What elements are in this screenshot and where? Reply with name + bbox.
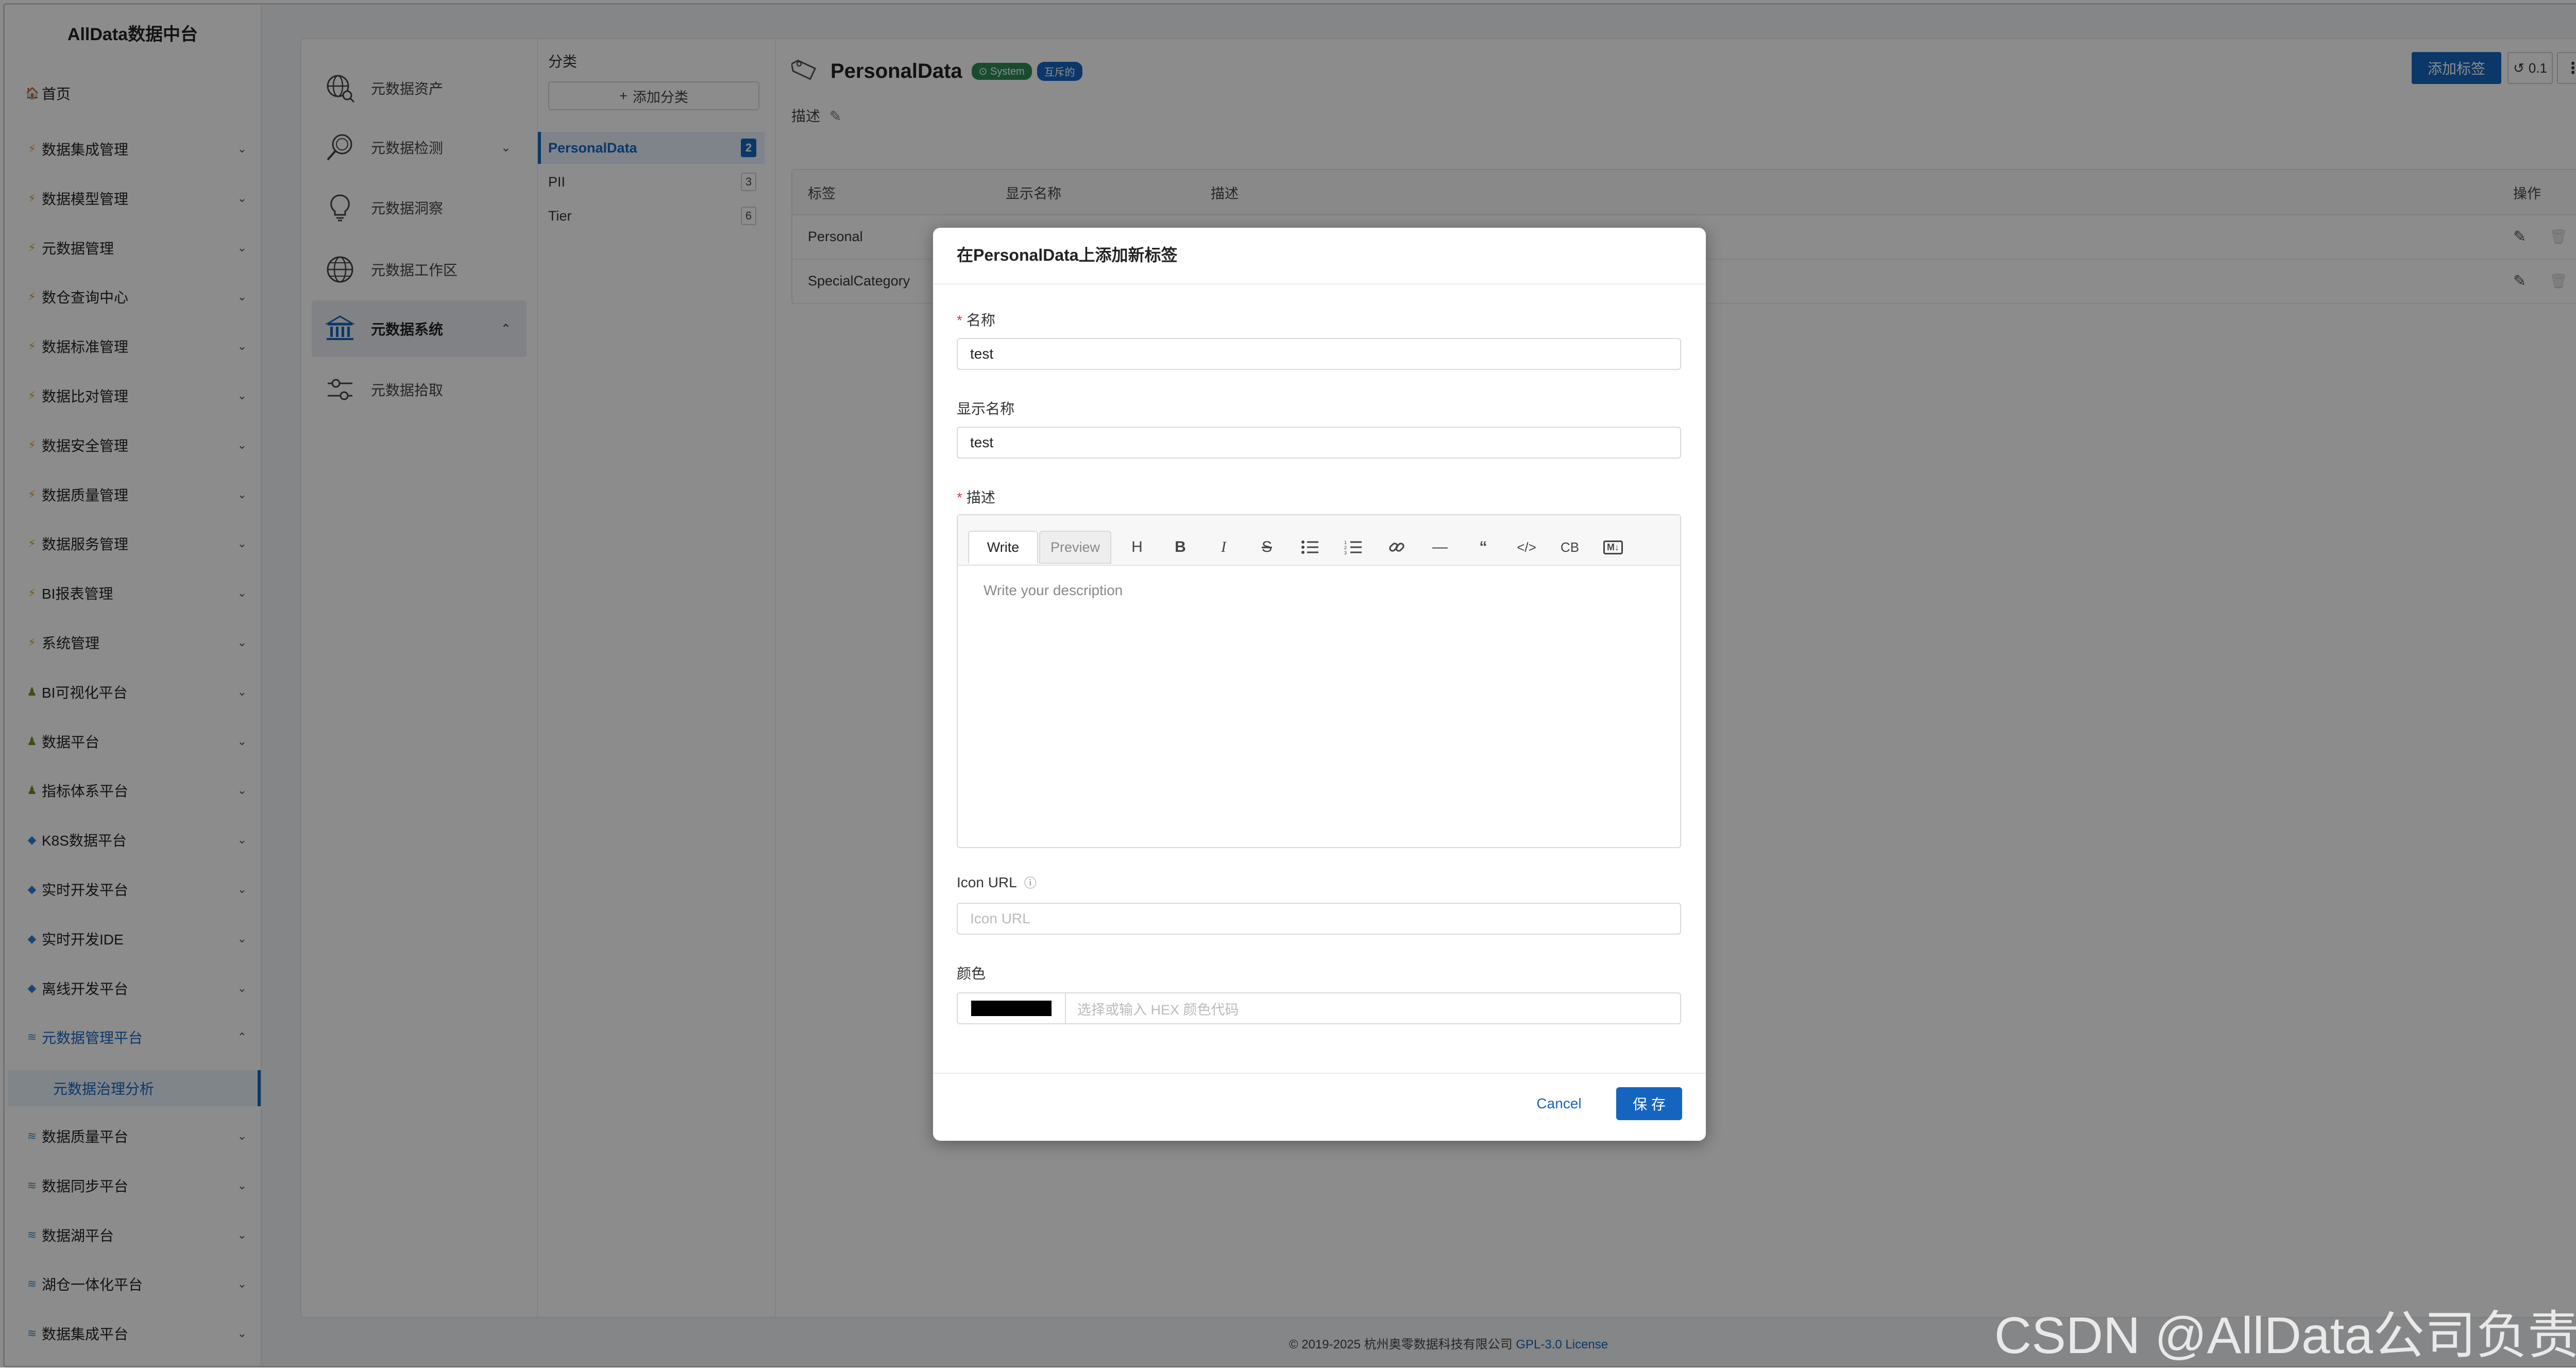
preview-tab[interactable]: Preview [1039, 531, 1111, 564]
strikethrough-icon[interactable]: S [1252, 533, 1281, 562]
add-tag-modal: 在PersonalData上添加新标签 * 名称 test 显示名称 test *… [933, 228, 1706, 1141]
display-name-label: 显示名称 [957, 401, 1015, 417]
icon-url-label: Icon URL ⓘ [957, 873, 1037, 891]
cancel-button[interactable]: Cancel [1526, 1087, 1592, 1120]
bold-icon[interactable]: B [1166, 533, 1195, 562]
italic-icon[interactable]: I [1209, 533, 1238, 562]
markdown-icon-label: M↓ [1603, 540, 1623, 554]
modal-title: 在PersonalData上添加新标签 [957, 246, 1178, 264]
required-mark: * [957, 312, 962, 328]
info-icon[interactable]: ⓘ [1024, 876, 1037, 890]
divider [933, 283, 1706, 284]
markdown-icon[interactable]: M↓ [1599, 533, 1628, 562]
code-block-icon[interactable]: CB [1555, 533, 1584, 562]
code-icon[interactable]: </> [1512, 533, 1541, 562]
name-input[interactable]: test [957, 338, 1681, 370]
color-picker[interactable] [958, 993, 1066, 1023]
divider [933, 1073, 1706, 1074]
svg-text:3: 3 [1344, 550, 1347, 555]
bullet-list-icon[interactable] [1296, 533, 1325, 562]
icon-url-input[interactable]: Icon URL [957, 903, 1681, 935]
name-label-text: 名称 [966, 312, 995, 328]
watermark: CSDN @AllData公司负责人 [1994, 1307, 2576, 1364]
description-label: * 描述 [957, 486, 995, 507]
display-name-input[interactable]: test [957, 427, 1681, 459]
horizontal-rule-icon[interactable]: — [1426, 533, 1454, 562]
numbered-list-icon[interactable]: 123 [1339, 533, 1368, 562]
name-label: * 名称 [957, 309, 995, 330]
quote-icon[interactable]: “ [1469, 533, 1498, 562]
editor-toolbar: Write Preview H B I S 123 — “ </> CB M↓ [958, 515, 1680, 566]
description-label-text: 描述 [966, 489, 995, 505]
save-button[interactable]: 保 存 [1616, 1087, 1682, 1120]
color-label: 颜色 [957, 966, 986, 982]
link-icon[interactable] [1382, 533, 1411, 562]
svg-text:1: 1 [1344, 540, 1347, 545]
color-hex-input[interactable]: 选择或输入 HEX 颜色代码 [1077, 993, 1239, 1023]
svg-text:2: 2 [1344, 545, 1347, 550]
color-swatch [971, 1001, 1052, 1016]
icon-url-label-text: Icon URL [957, 874, 1017, 890]
write-tab[interactable]: Write [968, 531, 1038, 564]
description-textarea[interactable]: Write your description [984, 582, 1123, 599]
markdown-editor: Write Preview H B I S 123 — “ </> CB M↓ … [957, 514, 1681, 848]
heading-icon[interactable]: H [1123, 533, 1151, 562]
required-mark: * [957, 489, 962, 505]
color-input-group: 选择或输入 HEX 颜色代码 [957, 992, 1681, 1024]
